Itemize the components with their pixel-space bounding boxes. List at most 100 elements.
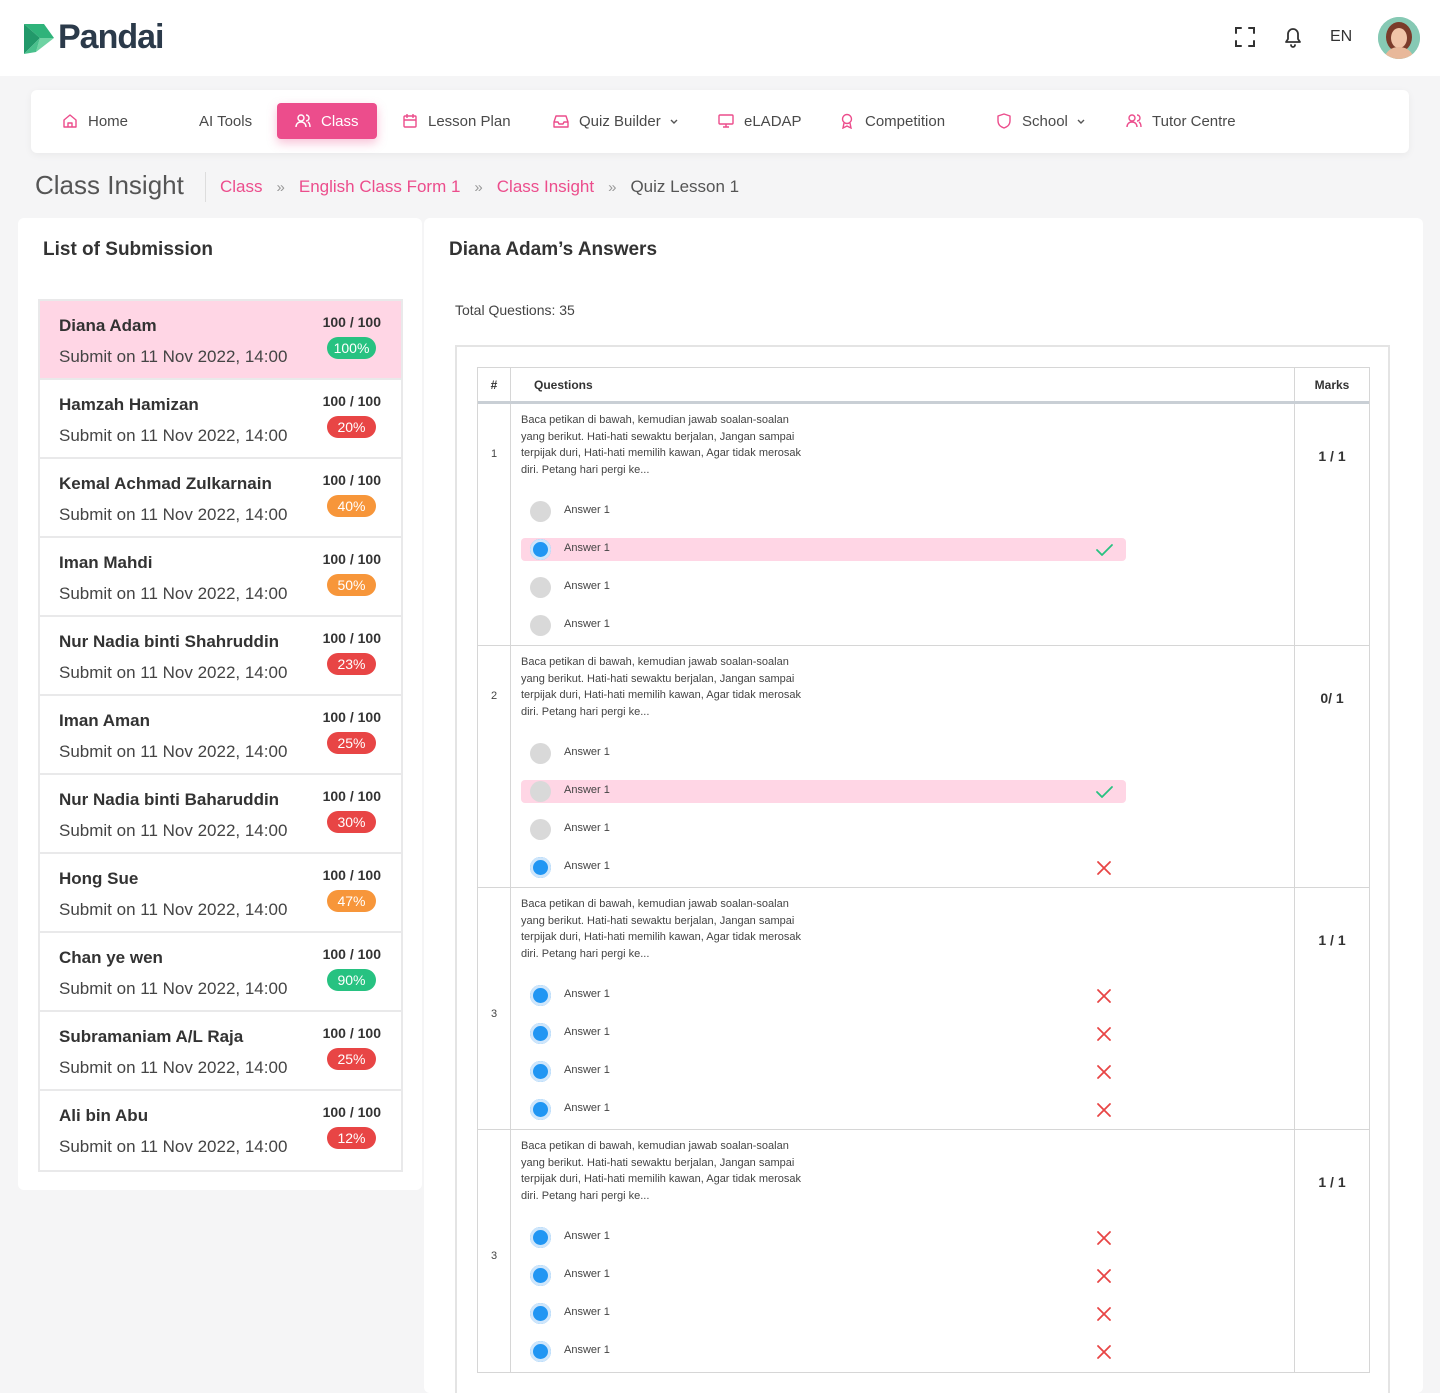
radio-button[interactable] <box>530 1341 551 1362</box>
nav-label: AI Tools <box>199 112 253 130</box>
answer-option[interactable]: Answer 1 <box>521 780 1126 803</box>
radio-button[interactable] <box>530 1265 551 1286</box>
radio-button[interactable] <box>530 539 551 560</box>
nav-item-quiz-builder[interactable]: Quiz Builder <box>553 103 679 139</box>
answer-option[interactable]: Answer 1 <box>521 538 1126 561</box>
question-text: Baca petikan di bawah, kemudian jawab so… <box>521 656 802 718</box>
radio-button[interactable] <box>530 1099 551 1120</box>
fullscreen-icon[interactable] <box>1232 24 1258 50</box>
home-icon <box>63 114 77 128</box>
answer-option[interactable]: Answer 1 <box>521 614 1126 637</box>
answer-option[interactable]: Answer 1 <box>521 1340 1126 1363</box>
submission-item[interactable]: Iman Mahdi Submit on 11 Nov 2022, 14:00 … <box>40 538 401 617</box>
radio-button[interactable] <box>530 781 551 802</box>
answer-option[interactable]: Answer 1 <box>521 576 1126 599</box>
percent-badge: 90% <box>327 969 376 991</box>
answer-option[interactable]: Answer 1 <box>521 856 1126 879</box>
answer-option[interactable]: Answer 1 <box>521 1302 1126 1325</box>
nav-item-school[interactable]: School <box>996 103 1086 139</box>
submission-item[interactable]: Subramaniam A/L Raja Submit on 11 Nov 20… <box>40 1012 401 1091</box>
breadcrumb-separator-icon: » <box>276 178 285 196</box>
answer-option[interactable]: Answer 1 <box>521 1098 1126 1121</box>
nav-label: eLADAP <box>744 112 802 130</box>
submission-item[interactable]: Nur Nadia binti Shahruddin Submit on 11 … <box>40 617 401 696</box>
answer-option[interactable]: Answer 1 <box>521 818 1126 841</box>
nav-item-home[interactable]: Home <box>62 103 128 139</box>
radio-button[interactable] <box>530 1061 551 1082</box>
users-icon <box>295 114 311 128</box>
wrong-cross-icon <box>1097 1345 1111 1359</box>
submission-item[interactable]: Ali bin Abu Submit on 11 Nov 2022, 14:00… <box>40 1091 401 1170</box>
nav-item-eladap[interactable]: eLADAP <box>718 103 802 139</box>
radio-button[interactable] <box>530 857 551 878</box>
question-text: Baca petikan di bawah, kemudian jawab so… <box>521 1140 802 1202</box>
column-header-num: # <box>478 368 511 401</box>
radio-button[interactable] <box>530 1227 551 1248</box>
student-score: 100 / 100 <box>322 393 381 409</box>
submission-item[interactable]: Kemal Achmad Zulkarnain Submit on 11 Nov… <box>40 459 401 538</box>
answer-option[interactable]: Answer 1 <box>521 742 1126 765</box>
radio-button[interactable] <box>530 501 551 522</box>
submission-item[interactable]: Hamzah Hamizan Submit on 11 Nov 2022, 14… <box>40 380 401 459</box>
radio-button[interactable] <box>530 1303 551 1324</box>
submission-item[interactable]: Hong Sue Submit on 11 Nov 2022, 14:00 10… <box>40 854 401 933</box>
answer-label: Answer 1 <box>564 1064 610 1076</box>
submission-item[interactable]: Nur Nadia binti Baharuddin Submit on 11 … <box>40 775 401 854</box>
radio-button[interactable] <box>530 615 551 636</box>
student-name: Iman Mahdi <box>59 553 153 572</box>
user-avatar[interactable] <box>1378 17 1420 59</box>
table-body: 1 Baca petikan di bawah, kemudian jawab … <box>478 404 1369 1372</box>
student-name: Diana Adam <box>59 316 157 335</box>
answer-option[interactable]: Answer 1 <box>521 984 1126 1007</box>
nav-item-class[interactable]: Class <box>277 103 377 139</box>
breadcrumb-class[interactable]: Class <box>220 177 263 197</box>
question-marks: 1 / 1 <box>1294 1130 1369 1372</box>
inbox-icon <box>553 115 569 128</box>
student-score: 100 / 100 <box>322 630 381 646</box>
submission-item[interactable]: Chan ye wen Submit on 11 Nov 2022, 14:00… <box>40 933 401 1012</box>
answer-label: Answer 1 <box>564 504 610 516</box>
question-row: 2 Baca petikan di bawah, kemudian jawab … <box>478 646 1369 888</box>
nav-item-competition[interactable]: Competition <box>839 103 945 139</box>
answer-option[interactable]: Answer 1 <box>521 1264 1126 1287</box>
answer-label: Answer 1 <box>564 1268 610 1280</box>
answer-option[interactable]: Answer 1 <box>521 1226 1126 1249</box>
answer-option[interactable]: Answer 1 <box>521 1022 1126 1045</box>
radio-button[interactable] <box>530 819 551 840</box>
submission-date: Submit on 11 Nov 2022, 14:00 <box>59 584 288 603</box>
answers-title: Diana Adam’s Answers <box>449 239 658 260</box>
student-score: 100 / 100 <box>322 314 381 330</box>
wrong-cross-icon <box>1097 861 1111 875</box>
submission-item[interactable]: Iman Aman Submit on 11 Nov 2022, 14:00 1… <box>40 696 401 775</box>
submission-date: Submit on 11 Nov 2022, 14:00 <box>59 979 288 998</box>
student-score: 100 / 100 <box>322 788 381 804</box>
radio-button[interactable] <box>530 743 551 764</box>
submission-date: Submit on 11 Nov 2022, 14:00 <box>59 1058 288 1077</box>
submission-date: Submit on 11 Nov 2022, 14:00 <box>59 1137 288 1156</box>
bell-icon[interactable] <box>1280 24 1306 50</box>
submission-list-title: List of Submission <box>43 239 213 260</box>
nav-item-lesson-plan[interactable]: Lesson Plan <box>402 103 511 139</box>
radio-button[interactable] <box>530 985 551 1006</box>
answer-option[interactable]: Answer 1 <box>521 500 1126 523</box>
student-score: 100 / 100 <box>322 1104 381 1120</box>
nav-item-ai-tools[interactable]: AI Tools <box>199 103 252 139</box>
radio-button[interactable] <box>530 1023 551 1044</box>
brand-logo[interactable]: Pandai <box>22 18 164 57</box>
brand-name: Pandai <box>58 18 164 56</box>
radio-button[interactable] <box>530 577 551 598</box>
answers-table-frame: # Questions Marks 1 Baca petikan di bawa… <box>455 345 1390 1393</box>
submission-item[interactable]: Diana Adam Submit on 11 Nov 2022, 14:00 … <box>40 301 401 380</box>
answer-label: Answer 1 <box>564 1026 610 1038</box>
nav-item-tutor-centre[interactable]: Tutor Centre <box>1126 103 1236 139</box>
award-icon <box>841 113 853 129</box>
breadcrumb-english-class[interactable]: English Class Form 1 <box>299 177 461 197</box>
answer-option[interactable]: Answer 1 <box>521 1060 1126 1083</box>
percent-badge: 25% <box>327 732 376 754</box>
question-text: Baca petikan di bawah, kemudian jawab so… <box>521 898 802 960</box>
answer-label: Answer 1 <box>564 746 610 758</box>
calendar-icon <box>403 114 417 128</box>
language-switcher[interactable]: EN <box>1330 28 1352 46</box>
breadcrumb-class-insight[interactable]: Class Insight <box>497 177 594 197</box>
student-score: 100 / 100 <box>322 551 381 567</box>
